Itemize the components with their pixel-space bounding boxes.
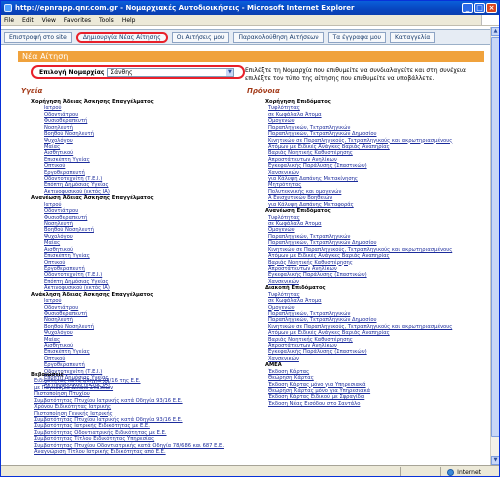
nav-complaint[interactable]: Καταγγελία: [389, 31, 436, 43]
status-text: [1, 466, 401, 476]
instructions-text: Επιλέξτε τη Νομαρχία που επιθυμείτε να σ…: [245, 67, 467, 82]
application-link[interactable]: Έκδοση Νέας Εισόδου στο Σαντάλο: [247, 401, 452, 407]
maximize-button[interactable]: □: [474, 3, 485, 13]
vertical-scrollbar[interactable]: ▲ ▼: [490, 27, 499, 465]
page-content: Επιστροφή στο site Δημιουργία Νέας Αίτησ…: [1, 27, 491, 465]
security-zone: Internet: [440, 466, 499, 476]
scroll-thumb[interactable]: [491, 37, 499, 437]
nav-my-applications[interactable]: Οι Αιτήσεις μου: [171, 31, 230, 43]
section-heading: Χορήγηση Άδειας Άσκησης Επαγγέλματος: [31, 99, 154, 105]
menu-bar: File Edit View Favorites Tools Help: [1, 15, 499, 26]
zone-label: Internet: [457, 468, 481, 476]
health-heading: Υγεία: [21, 87, 43, 95]
prefecture-label: Επιλογή Νομαρχίας: [39, 68, 105, 76]
minimize-button[interactable]: _: [462, 3, 473, 13]
chevron-down-icon[interactable]: ▼: [226, 68, 234, 76]
nav-back-to-site[interactable]: Επιστροφή στο site: [4, 31, 72, 43]
menu-file[interactable]: File: [4, 17, 14, 24]
prefecture-select[interactable]: Σάνθης ▼: [107, 67, 235, 77]
section-heading: Ανάκληση Άδειας Άσκησης Επαγγέλματος: [31, 291, 154, 298]
prefecture-value: Σάνθης: [110, 68, 133, 76]
page-title: Νέα Αίτηση: [18, 51, 484, 62]
windows-logo-icon: [481, 15, 499, 25]
menu-view[interactable]: View: [42, 17, 56, 24]
menu-help[interactable]: Help: [122, 17, 136, 24]
application-link[interactable]: Αναγνώριση Τίτλου Ιατρικής Ειδικότητας α…: [13, 449, 224, 455]
welfare-heading: Πρόνοια: [247, 87, 280, 95]
nav-new-application[interactable]: Δημιουργία Νέας Αίτησης: [75, 31, 168, 43]
nav-track-applications[interactable]: Παρακολούθηση Αιτήσεων: [233, 31, 324, 43]
nav-my-documents[interactable]: Τα έγγραφα μου: [327, 31, 386, 43]
scroll-down-icon[interactable]: ▼: [491, 456, 499, 465]
welfare-column: Χορήγηση Επιδόματος Τυφλότητας σε Κωφάλαλα…: [247, 99, 452, 407]
scroll-up-icon[interactable]: ▲: [491, 27, 499, 36]
section-heading: Ανανέωση Άδειας Άσκησης Επαγγέλματος: [31, 195, 154, 202]
window-title: http://epnrapp.qnr.com.gr - Νομαρχιακές …: [15, 4, 355, 12]
menu-favorites[interactable]: Favorites: [64, 17, 91, 24]
ie-icon: [4, 4, 12, 12]
close-button[interactable]: ×: [486, 3, 497, 13]
application-link[interactable]: Κινητικών σε Παραπληγικούς, Τετραπληγικο…: [247, 138, 452, 144]
site-nav: Επιστροφή στο site Δημιουργία Νέας Αίτησ…: [1, 29, 491, 45]
status-bar: Internet: [1, 465, 499, 476]
certificates-column: Βεβαιώσεις Ειδικότητας κατά Οδηγία 93/16 …: [13, 372, 224, 455]
globe-icon: [447, 468, 455, 476]
health-column: Χορήγηση Άδειας Άσκησης Επαγγέλματος Ιατρ…: [13, 99, 154, 388]
menu-edit[interactable]: Edit: [22, 17, 34, 24]
prefecture-selector: Επιλογή Νομαρχίας Σάνθης ▼: [31, 65, 245, 79]
browser-window: http://epnrapp.qnr.com.gr - Νομαρχιακές …: [0, 0, 500, 477]
menu-tools[interactable]: Tools: [99, 17, 114, 24]
title-bar: http://epnrapp.qnr.com.gr - Νομαρχιακές …: [1, 1, 499, 15]
